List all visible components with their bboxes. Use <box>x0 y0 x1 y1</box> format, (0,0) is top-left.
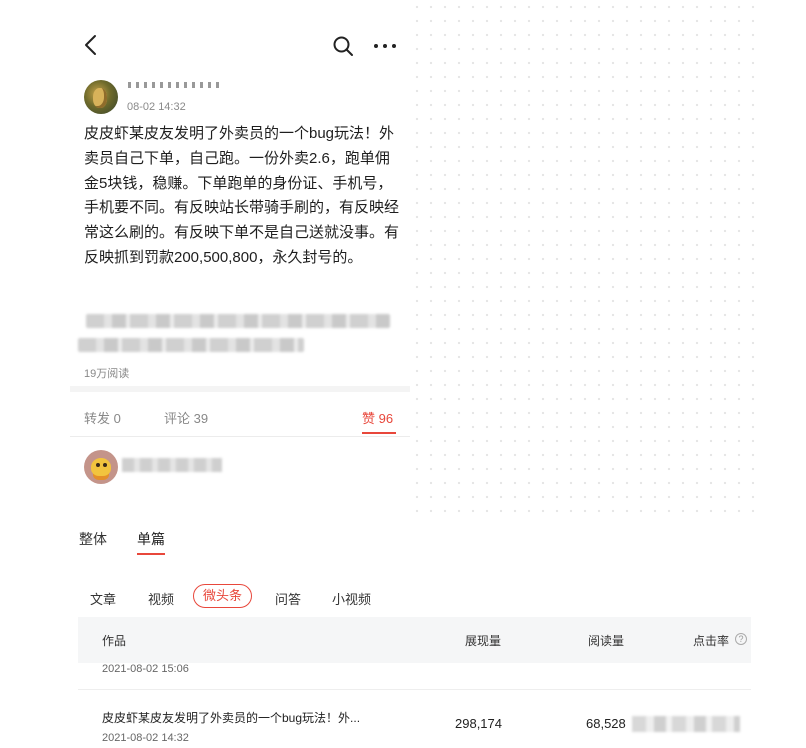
subtab-video[interactable]: 视频 <box>148 589 174 608</box>
post-time: 08-02 14:32 <box>127 101 186 113</box>
blurred-content <box>78 338 304 352</box>
back-arrow-icon[interactable] <box>82 34 102 56</box>
tab-overall[interactable]: 整体 <box>79 529 107 549</box>
tab-like[interactable]: 赞 96 <box>362 408 393 427</box>
active-tab-indicator <box>137 553 165 555</box>
row-title-link[interactable]: 皮皮虾某皮友发明了外卖员的一个bug玩法！外... <box>102 709 360 726</box>
row-divider <box>78 689 751 690</box>
top-bar <box>70 18 410 68</box>
read-count: 19万阅读 <box>84 368 130 380</box>
author-name-redacted <box>128 82 224 88</box>
post-detail-screen: 08-02 14:32 皮皮虾某皮友发明了外卖员的一个bug玩法！外卖员自己下单… <box>70 18 410 518</box>
column-header-impressions[interactable]: 展现量 <box>465 632 501 649</box>
table-header <box>78 617 751 663</box>
author-avatar[interactable] <box>84 80 118 114</box>
more-options-icon[interactable] <box>372 36 398 56</box>
subtab-short-video[interactable]: 小视频 <box>332 589 371 608</box>
tab-single[interactable]: 单篇 <box>137 529 165 549</box>
post-body-text: 皮皮虾某皮友发明了外卖员的一个bug玩法！外卖员自己下单，自己跑。一份外卖2.6… <box>84 125 400 266</box>
liker-avatar[interactable] <box>84 450 118 484</box>
column-header-reads[interactable]: 阅读量 <box>588 632 624 649</box>
tab-comment[interactable]: 评论 39 <box>164 408 208 427</box>
liker-name-redacted <box>122 458 222 472</box>
row-date: 2021-08-02 15:06 <box>102 663 189 675</box>
column-header-work: 作品 <box>102 634 127 648</box>
blurred-content <box>632 716 740 732</box>
row-impressions: 298,174 <box>455 716 502 731</box>
divider <box>70 386 410 392</box>
subtab-article[interactable]: 文章 <box>90 589 116 608</box>
divider <box>70 436 410 437</box>
tab-repost[interactable]: 转发 0 <box>84 408 121 427</box>
subtab-qa[interactable]: 问答 <box>275 589 301 608</box>
row-date: 2021-08-02 14:32 <box>102 732 189 744</box>
row-reads: 68,528 <box>586 716 626 731</box>
column-header-ctr[interactable]: 点击率 <box>693 632 729 649</box>
search-icon[interactable] <box>332 35 354 57</box>
blurred-content <box>86 314 390 328</box>
background-pattern <box>410 0 755 520</box>
subtab-weitoutiao[interactable]: 微头条 <box>193 584 252 608</box>
help-icon[interactable]: ? <box>735 633 747 645</box>
active-tab-indicator <box>362 432 396 434</box>
